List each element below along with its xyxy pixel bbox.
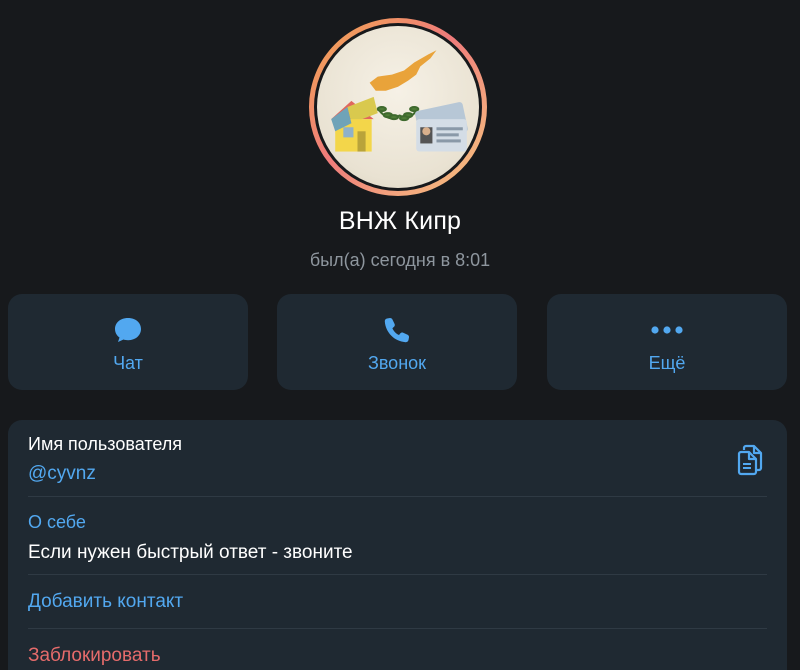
username-label: Имя пользователя [28,434,183,454]
more-dots-icon [650,316,684,344]
about-label: О себе [28,512,86,532]
more-button[interactable]: Ещё [547,294,787,390]
profile-name: ВНЖ Кипр [338,207,462,235]
last-seen-status: был(а) сегодня в 8:01 [309,250,491,270]
profile-page: ВНЖ Кипр был(а) сегодня в 8:01 Чат Звоно… [0,0,800,670]
chat-label: Чат [113,353,143,373]
chat-bubble-icon [113,316,143,344]
phone-icon [382,316,412,344]
more-label: Ещё [648,353,686,373]
username-value[interactable]: @cyvnz [28,463,767,485]
divider [28,628,767,629]
add-contact-button[interactable]: Добавить контакт [28,591,767,613]
about-section: О себе Если нужен быстрый ответ - звонит… [28,512,767,564]
chat-button[interactable]: Чат [8,294,248,390]
username-section[interactable]: Имя пользователя @cyvnz [28,434,767,485]
avatar[interactable] [309,18,487,196]
block-button[interactable]: Заблокировать [28,645,767,667]
call-label: Звонок [367,353,427,373]
block-label: Заблокировать [28,645,161,666]
profile-info-card: Имя пользователя @cyvnz О себе Если нуже… [8,420,787,670]
cyprus-flag-house-idcards-avatar [331,50,468,152]
divider [28,496,767,497]
divider [28,574,767,575]
about-value: Если нужен быстрый ответ - звоните [28,542,353,563]
add-contact-label: Добавить контакт [28,591,184,612]
call-button[interactable]: Звонок [277,294,517,390]
copy-icon[interactable] [735,444,765,476]
